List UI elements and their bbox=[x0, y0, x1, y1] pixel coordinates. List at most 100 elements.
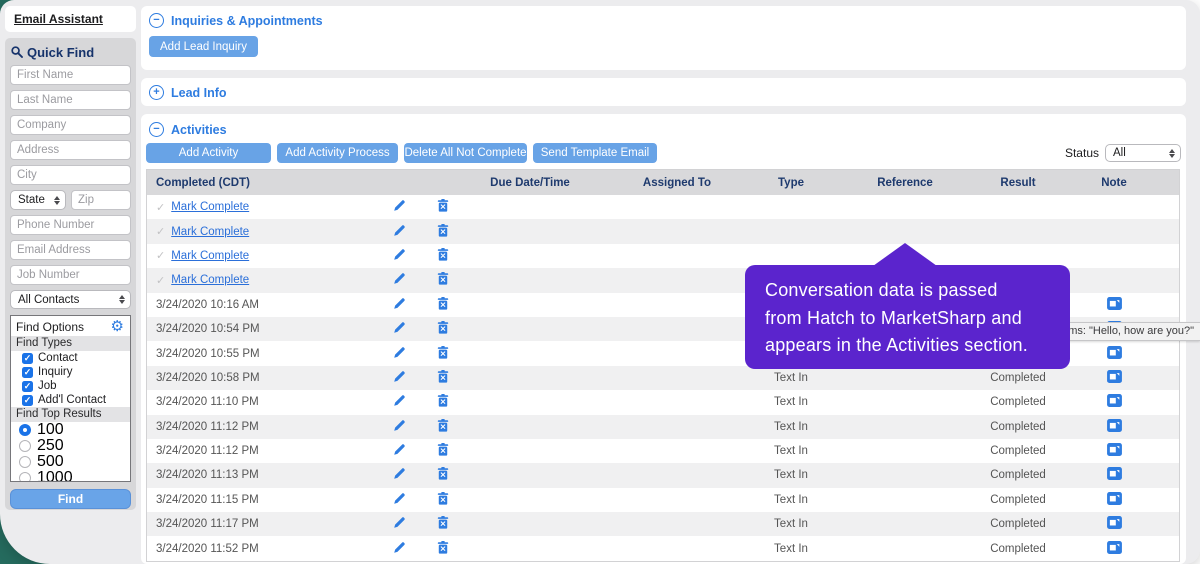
delete-trash-icon[interactable] bbox=[437, 321, 449, 334]
col-note[interactable]: Note bbox=[1049, 177, 1179, 189]
radio-selected-icon[interactable] bbox=[19, 424, 31, 436]
edit-pencil-icon[interactable] bbox=[393, 370, 406, 383]
find-type-label: Inquiry bbox=[38, 366, 73, 378]
find-type-contact[interactable]: ✓ Contact bbox=[11, 351, 130, 365]
expand-plus-icon[interactable]: + bbox=[149, 85, 164, 100]
checkbox-checked-icon[interactable]: ✓ bbox=[22, 395, 33, 406]
add-lead-inquiry-button[interactable]: Add Lead Inquiry bbox=[149, 36, 258, 57]
mark-complete-link[interactable]: Mark Complete bbox=[171, 226, 249, 238]
delete-trash-icon[interactable] bbox=[437, 492, 449, 505]
delete-trash-icon[interactable] bbox=[437, 467, 449, 480]
checkbox-checked-icon[interactable]: ✓ bbox=[22, 381, 33, 392]
delete-trash-icon[interactable] bbox=[437, 370, 449, 383]
check-icon: ✓ bbox=[156, 274, 165, 287]
annotation-callout: Conversation data is passed from Hatch t… bbox=[745, 265, 1070, 369]
add-activity-process-button[interactable]: Add Activity Process bbox=[277, 143, 398, 163]
contacts-select[interactable]: All Contacts bbox=[10, 290, 131, 309]
edit-pencil-icon[interactable] bbox=[393, 419, 406, 432]
edit-pencil-icon[interactable] bbox=[393, 224, 406, 237]
edit-pencil-icon[interactable] bbox=[393, 199, 406, 212]
note-icon[interactable] bbox=[1107, 394, 1122, 407]
top-results-500[interactable]: 500 bbox=[11, 454, 130, 470]
top-results-1000[interactable]: 1000 bbox=[11, 470, 130, 482]
state-select[interactable]: State bbox=[10, 190, 66, 210]
delete-trash-icon[interactable] bbox=[437, 272, 449, 285]
note-icon[interactable] bbox=[1107, 443, 1122, 456]
note-icon[interactable] bbox=[1107, 297, 1122, 310]
last-name-input[interactable] bbox=[10, 90, 131, 110]
type-cell: Text In bbox=[759, 518, 823, 530]
first-name-input[interactable] bbox=[10, 65, 131, 85]
delete-trash-icon[interactable] bbox=[437, 394, 449, 407]
delete-trash-icon[interactable] bbox=[437, 248, 449, 261]
note-icon[interactable] bbox=[1107, 516, 1122, 529]
delete-trash-icon[interactable] bbox=[437, 516, 449, 529]
col-reference[interactable]: Reference bbox=[823, 177, 987, 189]
note-icon[interactable] bbox=[1107, 467, 1122, 480]
status-select[interactable]: All bbox=[1105, 144, 1181, 162]
select-arrows-icon bbox=[1169, 149, 1175, 158]
collapse-minus-icon[interactable]: − bbox=[149, 13, 164, 28]
job-number-input[interactable] bbox=[10, 265, 131, 285]
select-arrows-icon bbox=[119, 295, 125, 304]
radio-icon[interactable] bbox=[19, 440, 31, 452]
note-icon[interactable] bbox=[1107, 492, 1122, 505]
col-completed[interactable]: Completed (CDT) bbox=[147, 177, 377, 189]
collapse-minus-icon[interactable]: − bbox=[149, 122, 164, 137]
zip-input[interactable] bbox=[71, 190, 131, 210]
top-results-250[interactable]: 250 bbox=[11, 438, 130, 454]
mark-complete-link[interactable]: Mark Complete bbox=[171, 250, 249, 262]
delete-trash-icon[interactable] bbox=[437, 419, 449, 432]
radio-icon[interactable] bbox=[19, 472, 31, 482]
delete-trash-icon[interactable] bbox=[437, 224, 449, 237]
col-due-date[interactable]: Due Date/Time bbox=[465, 177, 595, 189]
completed-date: 3/24/2020 11:13 PM bbox=[156, 469, 259, 481]
add-activity-button[interactable]: Add Activity bbox=[146, 143, 271, 163]
radio-icon[interactable] bbox=[19, 456, 31, 468]
gear-icon[interactable]: ⚙ bbox=[111, 319, 124, 334]
edit-pencil-icon[interactable] bbox=[393, 516, 406, 529]
find-type-addl-contact[interactable]: ✓ Add'l Contact bbox=[11, 393, 130, 407]
col-assigned-to[interactable]: Assigned To bbox=[595, 177, 759, 189]
edit-pencil-icon[interactable] bbox=[393, 492, 406, 505]
col-result[interactable]: Result bbox=[987, 177, 1049, 189]
result-cell: Completed bbox=[987, 518, 1049, 530]
edit-pencil-icon[interactable] bbox=[393, 394, 406, 407]
edit-pencil-icon[interactable] bbox=[393, 467, 406, 480]
email-input[interactable] bbox=[10, 240, 131, 260]
edit-pencil-icon[interactable] bbox=[393, 321, 406, 334]
find-button[interactable]: Find bbox=[10, 489, 131, 509]
table-row: 3/24/2020 11:12 PM Text In Completed bbox=[147, 415, 1179, 439]
company-input[interactable] bbox=[10, 115, 131, 135]
note-icon[interactable] bbox=[1107, 419, 1122, 432]
edit-pencil-icon[interactable] bbox=[393, 248, 406, 261]
send-template-email-button[interactable]: Send Template Email bbox=[533, 143, 657, 163]
email-assistant-link[interactable]: Email Assistant bbox=[14, 12, 103, 26]
top-results-100[interactable]: 100 bbox=[11, 422, 130, 438]
table-row: 3/24/2020 11:12 PM Text In Completed bbox=[147, 439, 1179, 463]
mark-complete-link[interactable]: Mark Complete bbox=[171, 201, 249, 213]
checkbox-checked-icon[interactable]: ✓ bbox=[22, 367, 33, 378]
mark-complete-link[interactable]: Mark Complete bbox=[171, 274, 249, 286]
delete-trash-icon[interactable] bbox=[437, 297, 449, 310]
address-input[interactable] bbox=[10, 140, 131, 160]
edit-pencil-icon[interactable] bbox=[393, 346, 406, 359]
col-type[interactable]: Type bbox=[759, 177, 823, 189]
find-type-job[interactable]: ✓ Job bbox=[11, 379, 130, 393]
delete-trash-icon[interactable] bbox=[437, 346, 449, 359]
delete-trash-icon[interactable] bbox=[437, 541, 449, 554]
delete-all-not-complete-button[interactable]: Delete All Not Complete bbox=[404, 143, 527, 163]
find-type-inquiry[interactable]: ✓ Inquiry bbox=[11, 365, 130, 379]
edit-pencil-icon[interactable] bbox=[393, 443, 406, 456]
phone-input[interactable] bbox=[10, 215, 131, 235]
delete-trash-icon[interactable] bbox=[437, 199, 449, 212]
note-icon[interactable] bbox=[1107, 541, 1122, 554]
delete-trash-icon[interactable] bbox=[437, 443, 449, 456]
checkbox-checked-icon[interactable]: ✓ bbox=[22, 353, 33, 364]
edit-pencil-icon[interactable] bbox=[393, 541, 406, 554]
note-icon[interactable] bbox=[1107, 346, 1122, 359]
edit-pencil-icon[interactable] bbox=[393, 297, 406, 310]
city-input[interactable] bbox=[10, 165, 131, 185]
note-icon[interactable] bbox=[1107, 370, 1122, 383]
edit-pencil-icon[interactable] bbox=[393, 272, 406, 285]
